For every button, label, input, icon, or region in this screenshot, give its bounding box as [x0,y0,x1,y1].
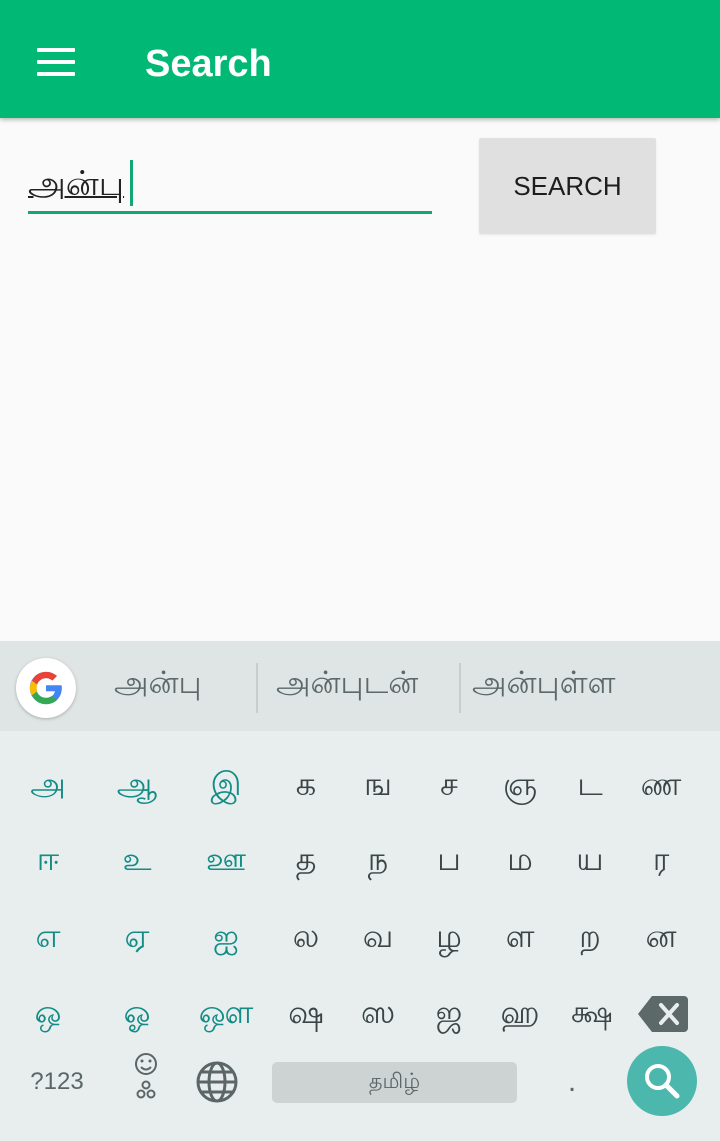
search-icon [645,1064,680,1099]
key-lla[interactable]: ள [480,903,560,973]
emoji-icon [135,1053,157,1099]
key-ii[interactable]: ஈ [8,826,88,896]
key-ja[interactable]: ஜ [409,979,489,1049]
key-na[interactable]: ந [338,826,418,896]
page-title: Search [145,43,272,85]
key-e[interactable]: எ [8,903,88,973]
search-button[interactable]: SEARCH [479,138,656,234]
key-ai[interactable]: ஐ [186,903,266,973]
key-ra[interactable]: ர [621,826,701,896]
key-zha[interactable]: ழ [409,903,489,973]
key-ksha[interactable]: க்ஷ [552,979,632,1049]
key-ka[interactable]: க [266,751,346,821]
key-ya[interactable]: ய [550,826,630,896]
language-key[interactable] [177,1047,257,1117]
text-cursor [130,160,133,206]
key-nga[interactable]: ங [338,751,418,821]
key-ma[interactable]: ம [480,826,560,896]
key-sa[interactable]: ஸ [338,979,418,1049]
key-aa[interactable]: ஆ [97,751,177,821]
key-au[interactable]: ஔ [186,979,266,1049]
google-logo-icon[interactable] [16,658,76,718]
key-rra[interactable]: ற [550,903,630,973]
app-bar: Search [0,0,720,118]
globe-icon [196,1061,238,1103]
key-i[interactable]: இ [186,751,266,821]
key-nnna[interactable]: ன [621,903,701,973]
key-ha[interactable]: ஹ [480,979,560,1049]
suggestion-divider [459,663,461,713]
on-screen-keyboard: அன்பு அன்புடன் அன்புள்ள அ ஆ இ க ங ச ஞ ட … [0,641,720,1141]
key-nya[interactable]: ஞ [480,751,560,821]
key-nna[interactable]: ண [621,751,701,821]
suggestion-item[interactable]: அன்புடன் [276,665,418,705]
suggestion-item[interactable]: அன்பு [114,665,202,705]
search-input[interactable]: அன்பு [28,156,432,214]
key-ta[interactable]: த [266,826,346,896]
period-key[interactable]: . [532,1047,612,1117]
key-tta[interactable]: ட [550,751,630,821]
key-ee[interactable]: ஏ [97,903,177,973]
backspace-key[interactable] [623,979,703,1049]
key-o[interactable]: ஒ [8,979,88,1049]
space-key[interactable]: தமிழ் [272,1062,517,1103]
key-va[interactable]: வ [338,903,418,973]
suggestion-divider [256,663,258,713]
backspace-icon [638,996,688,1032]
symbols-key[interactable]: ?123 [17,1047,97,1117]
emoji-key[interactable] [106,1047,186,1117]
hamburger-menu-icon[interactable] [37,48,75,76]
key-la[interactable]: ல [266,903,346,973]
keyboard-search-key[interactable] [627,1046,697,1116]
key-oo[interactable]: ஓ [97,979,177,1049]
search-input-value: அன்பு [28,164,125,204]
key-pa[interactable]: ப [409,826,489,896]
key-ca[interactable]: ச [409,751,489,821]
suggestion-bar: அன்பு அன்புடன் அன்புள்ள [0,641,720,731]
key-u[interactable]: உ [97,826,177,896]
suggestion-item[interactable]: அன்புள்ள [472,665,616,705]
key-uu[interactable]: ஊ [186,826,266,896]
key-ssa[interactable]: ஷ [266,979,346,1049]
key-a[interactable]: அ [8,751,88,821]
